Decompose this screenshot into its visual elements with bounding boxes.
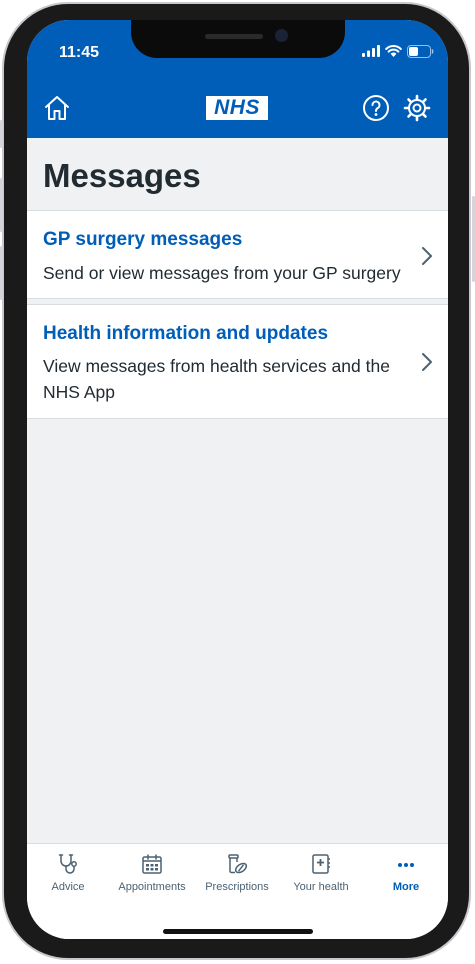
tab-label: Advice (51, 881, 85, 893)
calendar-icon (142, 854, 162, 874)
health-record-icon (312, 854, 330, 874)
settings-button[interactable] (400, 91, 434, 125)
stethoscope-icon (58, 854, 77, 874)
tab-advice[interactable]: Advice (44, 844, 92, 904)
page-title: Messages (43, 157, 201, 194)
tab-label: More (392, 881, 420, 893)
help-button[interactable] (360, 92, 392, 124)
nhs-logo: NHS (206, 96, 268, 120)
front-camera (275, 29, 288, 42)
tab-appointments[interactable]: Appointments (115, 844, 189, 904)
home-indicator[interactable] (163, 929, 313, 934)
bottom-tab-bar: Advice Appointments Prescriptions Your h… (27, 843, 448, 939)
volume-down-button (0, 246, 3, 300)
tab-more[interactable]: More (387, 844, 425, 904)
health-information-updates-card[interactable]: Health information and updates View mess… (27, 304, 448, 419)
tab-label: Prescriptions (205, 881, 269, 893)
volume-up-button (0, 178, 3, 232)
tab-prescriptions[interactable]: Prescriptions (203, 844, 271, 904)
card-title[interactable]: GP surgery messages (43, 225, 242, 255)
pills-icon (228, 854, 248, 874)
status-bar: 11:45 (27, 20, 448, 80)
wifi-icon (385, 45, 402, 57)
signal-icon (362, 45, 380, 57)
home-icon (45, 96, 69, 120)
card-description: Send or view messages from your GP surge… (43, 263, 401, 283)
chevron-right-icon (422, 247, 432, 265)
tab-label: Your health (293, 881, 349, 893)
card-title[interactable]: Health information and updates (43, 319, 328, 349)
tab-label: Appointments (118, 881, 186, 893)
status-icons (362, 44, 434, 58)
chevron-right-icon (422, 353, 432, 371)
more-icon (398, 863, 414, 867)
gear-icon (403, 94, 431, 122)
app-screen: 11:45 NHS Messages GP surgery messages S… (27, 20, 448, 939)
nhs-logo-text: NHS (214, 96, 260, 119)
tab-your-health[interactable]: Your health (289, 844, 353, 904)
status-time: 11:45 (59, 44, 100, 61)
mute-switch (0, 120, 3, 148)
app-header: NHS (27, 80, 448, 138)
home-button[interactable] (39, 90, 75, 126)
notch (131, 20, 345, 58)
help-icon (363, 95, 389, 121)
gp-surgery-messages-card[interactable]: GP surgery messages Send or view message… (27, 210, 448, 299)
card-description: View messages from health services and t… (43, 356, 390, 402)
speaker (205, 34, 263, 39)
battery-icon (407, 44, 434, 58)
